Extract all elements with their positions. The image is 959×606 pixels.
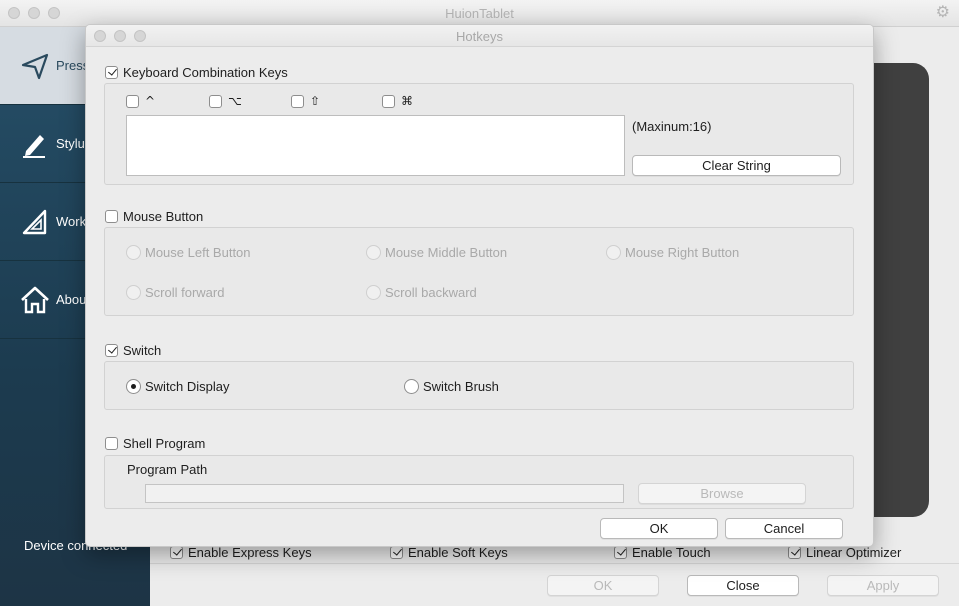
switch-group: Switch Display Switch Brush bbox=[104, 361, 854, 410]
checkbox-box[interactable] bbox=[209, 94, 222, 108]
option-key-icon: ⌥ bbox=[228, 94, 242, 108]
scroll-backward-radio[interactable]: Scroll backward bbox=[366, 284, 477, 300]
main-ok-button[interactable]: OK bbox=[547, 575, 659, 596]
program-path-input[interactable] bbox=[145, 484, 624, 503]
radio-label: Scroll forward bbox=[145, 284, 225, 300]
checkbox-box[interactable] bbox=[382, 94, 395, 108]
program-path-label: Program Path bbox=[127, 462, 208, 477]
radio-circle[interactable] bbox=[366, 244, 381, 260]
mouse-middle-button-radio[interactable]: Mouse Middle Button bbox=[366, 244, 507, 260]
mouse-left-button-radio[interactable]: Mouse Left Button bbox=[126, 244, 251, 260]
checkbox-label: Mouse Button bbox=[123, 208, 204, 224]
shell-program-group: Program Path Browse bbox=[104, 455, 854, 509]
checkbox-box[interactable] bbox=[105, 436, 118, 450]
checkbox-box[interactable] bbox=[105, 343, 118, 357]
sidebar-item-label: Stylus bbox=[56, 136, 86, 151]
checkbox-box[interactable] bbox=[788, 545, 801, 559]
dialog-cancel-button[interactable]: Cancel bbox=[725, 518, 843, 539]
main-apply-button[interactable]: Apply bbox=[827, 575, 939, 596]
checkbox-box[interactable] bbox=[614, 545, 627, 559]
gear-icon[interactable]: ⚙ bbox=[936, 5, 950, 21]
checkbox-box[interactable] bbox=[390, 545, 403, 559]
radio-circle[interactable] bbox=[126, 284, 141, 300]
sidebar-item-label: Press bbox=[56, 58, 86, 73]
control-modifier-checkbox[interactable]: ^ bbox=[126, 93, 155, 109]
command-key-icon: ⌘ bbox=[401, 94, 413, 108]
switch-display-radio[interactable]: Switch Display bbox=[126, 378, 230, 394]
checkbox-label: Switch bbox=[123, 342, 162, 358]
command-modifier-checkbox[interactable]: ⌘ bbox=[382, 93, 413, 109]
dialog-title: Hotkeys bbox=[456, 29, 503, 44]
radio-label: Scroll backward bbox=[385, 284, 477, 300]
keyboard-combination-checkbox[interactable]: Keyboard Combination Keys bbox=[105, 64, 288, 80]
control-key-icon: ^ bbox=[145, 94, 156, 108]
home-icon bbox=[21, 286, 49, 314]
switch-checkbox[interactable]: Switch bbox=[105, 342, 161, 358]
clear-string-button[interactable]: Clear String bbox=[632, 155, 841, 176]
checkbox-label: Keyboard Combination Keys bbox=[123, 64, 288, 80]
window-title: HuionTablet bbox=[445, 6, 514, 21]
radio-circle[interactable] bbox=[126, 378, 141, 394]
radio-label: Switch Display bbox=[145, 378, 230, 394]
dialog-titlebar: Hotkeys bbox=[86, 25, 873, 47]
checkbox-box[interactable] bbox=[126, 94, 139, 108]
mouse-button-group: Mouse Left Button Mouse Middle Button Mo… bbox=[104, 227, 854, 316]
switch-brush-radio[interactable]: Switch Brush bbox=[404, 378, 499, 394]
mouse-button-checkbox[interactable]: Mouse Button bbox=[105, 208, 203, 224]
max-length-note: (Maxinum:16) bbox=[632, 119, 712, 134]
paper-plane-icon bbox=[21, 53, 49, 80]
radio-label: Mouse Middle Button bbox=[385, 244, 508, 260]
radio-circle[interactable] bbox=[366, 284, 381, 300]
shift-modifier-checkbox[interactable]: ⇧ bbox=[291, 93, 320, 109]
main-titlebar: HuionTablet ⚙ bbox=[0, 0, 959, 27]
mouse-right-button-radio[interactable]: Mouse Right Button bbox=[606, 244, 739, 260]
key-string-input[interactable] bbox=[126, 115, 625, 176]
radio-label: Mouse Right Button bbox=[625, 244, 740, 260]
radio-label: Switch Brush bbox=[423, 378, 499, 394]
radio-circle[interactable] bbox=[606, 244, 621, 260]
radio-label: Mouse Left Button bbox=[145, 244, 251, 260]
checkbox-box[interactable] bbox=[291, 94, 304, 108]
browse-button[interactable]: Browse bbox=[638, 483, 806, 504]
checkbox-box[interactable] bbox=[105, 209, 118, 223]
keyboard-combination-group: ^ ⌥ ⇧ ⌘ (Maxinum:16) Clear String bbox=[104, 83, 854, 185]
scroll-forward-radio[interactable]: Scroll forward bbox=[126, 284, 224, 300]
dialog-ok-button[interactable]: OK bbox=[600, 518, 718, 539]
hotkeys-dialog: Hotkeys Keyboard Combination Keys ^ ⌥ ⇧ … bbox=[85, 24, 874, 547]
set-square-icon bbox=[22, 209, 47, 235]
shift-key-icon: ⇧ bbox=[310, 94, 321, 108]
radio-circle[interactable] bbox=[126, 244, 141, 260]
checkbox-box[interactable] bbox=[105, 65, 118, 79]
shell-program-checkbox[interactable]: Shell Program bbox=[105, 435, 205, 451]
radio-circle[interactable] bbox=[404, 378, 419, 394]
checkbox-box[interactable] bbox=[170, 545, 183, 559]
sidebar-item-label: About bbox=[56, 292, 86, 307]
option-modifier-checkbox[interactable]: ⌥ bbox=[209, 93, 242, 109]
sidebar-item-label: Work bbox=[56, 214, 86, 229]
main-close-button[interactable]: Close bbox=[687, 575, 799, 596]
checkbox-label: Shell Program bbox=[123, 435, 206, 451]
pen-icon bbox=[23, 135, 45, 158]
